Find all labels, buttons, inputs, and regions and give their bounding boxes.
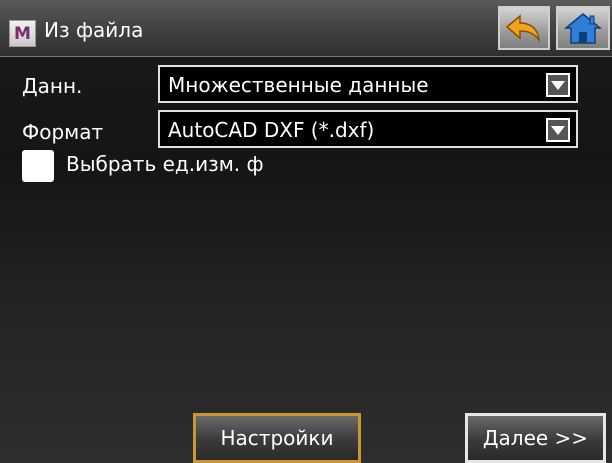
menu-button[interactable]: M	[9, 20, 36, 47]
data-select[interactable]: Множественные данные	[158, 65, 578, 103]
format-select[interactable]: AutoCAD DXF (*.dxf)	[158, 110, 578, 148]
title-bar: M Из файла	[0, 0, 612, 57]
undo-arrow-icon	[505, 14, 541, 43]
window-title: Из файла	[44, 18, 144, 42]
settings-button[interactable]: Настройки	[193, 413, 361, 463]
format-select-value: AutoCAD DXF (*.dxf)	[168, 118, 375, 142]
screen-background: M Из файла Данн. Множественные данные Фо…	[0, 0, 612, 463]
home-button[interactable]	[556, 6, 610, 50]
unit-checkbox-label: Выбрать ед.изм. ф	[66, 152, 264, 176]
data-label: Данн.	[22, 74, 83, 98]
next-button[interactable]: Далее >>	[465, 413, 606, 463]
home-icon	[563, 13, 603, 44]
back-button[interactable]	[498, 6, 550, 50]
chevron-down-icon[interactable]	[546, 118, 570, 142]
data-select-value: Множественные данные	[168, 73, 429, 97]
chevron-down-icon[interactable]	[546, 73, 570, 97]
format-label: Формат	[22, 120, 104, 144]
unit-checkbox[interactable]	[22, 150, 54, 182]
